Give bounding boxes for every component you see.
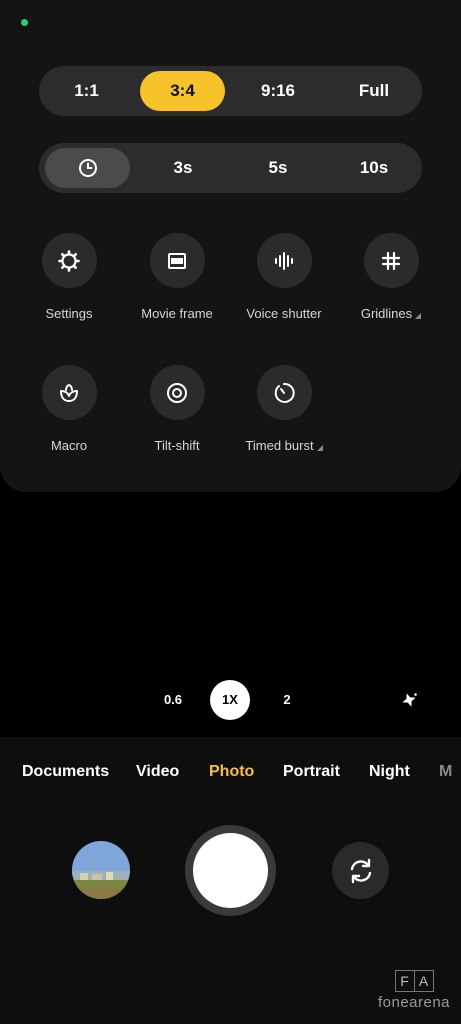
- aspect-ratio-3-4[interactable]: 3:4: [140, 71, 225, 111]
- grid-icon: [381, 251, 401, 270]
- voice-shutter-button[interactable]: Voice shutter: [230, 233, 338, 321]
- zoom-2[interactable]: 2: [276, 680, 298, 720]
- timer-3s[interactable]: 3s: [143, 143, 223, 193]
- gridlines-label-wrap: Gridlines: [337, 306, 445, 321]
- mode-night[interactable]: Night: [369, 763, 410, 781]
- aspect-ratio-full[interactable]: Full: [334, 66, 414, 116]
- voice-shutter-label: Voice shutter: [246, 306, 322, 321]
- movie-frame-label: Movie frame: [141, 306, 213, 321]
- settings-button[interactable]: Settings: [15, 233, 123, 321]
- timer-selector: 3s 5s 10s: [39, 143, 422, 193]
- tilt-shift-button[interactable]: Tilt-shift: [123, 365, 231, 453]
- mode-more[interactable]: M: [439, 763, 452, 781]
- fonearena-watermark: FA fonearena: [372, 970, 456, 1011]
- watermark-logo: FA: [394, 970, 434, 992]
- settings-label: Settings: [45, 306, 93, 321]
- timed-burst-label: Timed burst: [245, 438, 314, 453]
- timer-off-option[interactable]: [45, 148, 130, 188]
- aspect-ratio-9-16[interactable]: 9:16: [237, 66, 319, 116]
- macro-button-circle: [41, 365, 97, 420]
- mode-video[interactable]: Video: [136, 763, 179, 781]
- mode-portrait[interactable]: Portrait: [283, 763, 340, 781]
- gear-icon: [58, 249, 80, 272]
- watermark-letter-a: A: [413, 971, 433, 991]
- timer-5s[interactable]: 5s: [238, 143, 318, 193]
- gridlines-button[interactable]: Gridlines: [337, 233, 445, 321]
- timed-burst-label-wrap: Timed burst: [230, 438, 338, 453]
- switch-camera-button[interactable]: [332, 842, 389, 899]
- macro-button[interactable]: Macro: [15, 365, 123, 453]
- soundwave-icon: [275, 251, 293, 270]
- macro-flower-icon: [60, 383, 78, 402]
- settings-button-circle: [41, 233, 97, 288]
- movie-frame-button[interactable]: Movie frame: [123, 233, 231, 321]
- watermark-letter-f: F: [400, 973, 409, 989]
- movie-frame-button-circle: [149, 233, 205, 288]
- shutter-button[interactable]: [193, 833, 268, 908]
- gridlines-button-circle: [363, 233, 419, 288]
- zoom-0-6[interactable]: 0.6: [158, 680, 188, 720]
- watermark-text: fonearena: [377, 994, 451, 1011]
- tilt-shift-label: Tilt-shift: [154, 438, 200, 453]
- timed-burst-button[interactable]: Timed burst: [230, 365, 338, 453]
- movie-frame-icon: [168, 252, 186, 269]
- tilt-shift-button-circle: [149, 365, 205, 420]
- camera-switch-icon: [350, 858, 371, 883]
- gallery-thumbnail-image: [72, 841, 130, 899]
- zoom-1x[interactable]: 1X: [210, 680, 250, 720]
- tilt-shift-icon: [167, 382, 187, 403]
- aspect-ratio-selector: 1:1 3:4 9:16 Full: [39, 66, 422, 116]
- ai-enhance-button[interactable]: [398, 680, 422, 720]
- mode-documents[interactable]: Documents: [22, 763, 109, 781]
- macro-label: Macro: [50, 438, 88, 453]
- gridlines-label: Gridlines: [360, 306, 413, 321]
- timed-burst-button-circle: [256, 365, 312, 420]
- timed-burst-icon: [274, 382, 295, 403]
- clock-icon: [78, 159, 97, 177]
- aspect-ratio-1-1[interactable]: 1:1: [49, 66, 124, 116]
- voice-shutter-button-circle: [256, 233, 312, 288]
- sparkle-icon: [402, 693, 417, 707]
- more-options-indicator: [316, 445, 323, 451]
- gallery-thumbnail[interactable]: [72, 841, 130, 899]
- timer-10s[interactable]: 10s: [334, 143, 414, 193]
- zoom-selector: 0.6 1X 2: [0, 680, 461, 720]
- privacy-indicator-dot: [21, 19, 28, 26]
- mode-photo[interactable]: Photo: [209, 763, 254, 781]
- more-options-indicator: [415, 313, 422, 319]
